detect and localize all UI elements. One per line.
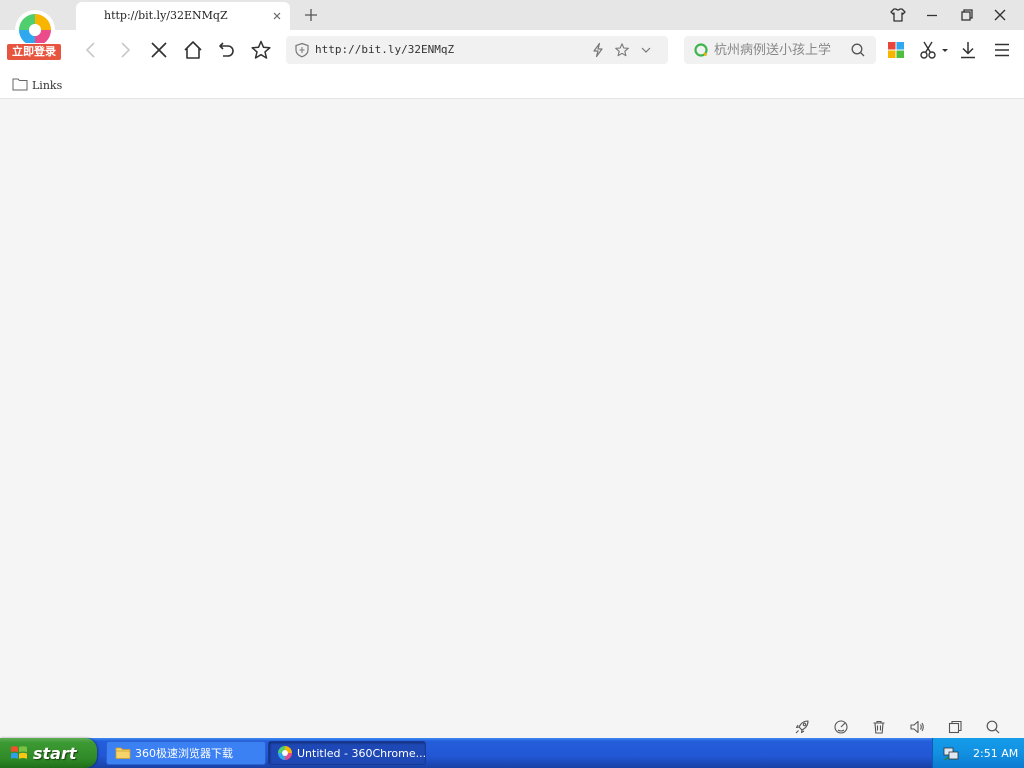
restore-icon[interactable]	[956, 5, 976, 25]
screenshot-scissors-icon[interactable]	[918, 40, 950, 60]
taskbar-item-folder[interactable]: 360极速浏览器下载	[106, 741, 266, 765]
search-input[interactable]	[714, 41, 846, 59]
login-badge[interactable]: 立即登录	[6, 43, 62, 61]
chevron-down-icon[interactable]	[638, 42, 654, 58]
undo-closed-tab-icon[interactable]	[216, 39, 238, 61]
sound-speaker-icon[interactable]	[909, 719, 925, 735]
bookmark-star-icon[interactable]	[614, 42, 630, 58]
clock[interactable]: 2:51 AM	[973, 747, 1018, 760]
taskbar-item-browser[interactable]: Untitled - 360Chrome...	[268, 741, 426, 765]
new-tab-icon[interactable]	[302, 6, 320, 24]
browser-logo[interactable]: 立即登录	[6, 5, 62, 63]
tab-active[interactable]: http://bit.ly/32ENMqZ	[76, 2, 290, 30]
bookmark-folder-links[interactable]: Links	[12, 76, 62, 94]
stop-loading-icon[interactable]	[148, 39, 170, 61]
forward-icon[interactable]	[114, 39, 136, 61]
close-window-icon[interactable]	[990, 5, 1010, 25]
taskbar: start 360极速浏览器下载 Untitled - 360Chrome...…	[0, 738, 1024, 768]
minimize-icon[interactable]	[922, 5, 942, 25]
taskbar-item-label: 360极速浏览器下载	[135, 747, 233, 760]
start-button[interactable]: start	[0, 738, 97, 768]
window-copy-icon[interactable]	[947, 719, 963, 735]
search-engine-icon[interactable]	[693, 42, 709, 58]
folder-icon	[12, 76, 28, 95]
start-label: start	[33, 743, 77, 763]
network-icon[interactable]	[943, 745, 959, 761]
windows-flag-icon	[10, 744, 28, 762]
search-icon[interactable]	[850, 42, 866, 58]
search-box[interactable]	[684, 36, 876, 64]
tab-strip: http://bit.ly/32ENMqZ	[0, 0, 1024, 30]
download-icon[interactable]	[958, 40, 978, 60]
back-icon[interactable]	[80, 39, 102, 61]
zoom-search-icon[interactable]	[985, 719, 1001, 735]
lightning-icon[interactable]	[590, 42, 606, 58]
bookmark-label: Links	[32, 78, 63, 92]
status-bar	[0, 716, 1024, 738]
page-content	[0, 100, 1024, 716]
tab-title: http://bit.ly/32ENMqZ	[104, 9, 228, 22]
taskbar-item-label: Untitled - 360Chrome...	[297, 746, 426, 760]
favorite-star-icon[interactable]	[250, 39, 272, 61]
nav-toolbar: http://bit.ly/32ENMqZ	[0, 30, 1024, 70]
address-bar[interactable]: http://bit.ly/32ENMqZ	[286, 36, 668, 64]
tab-close-icon[interactable]	[270, 8, 284, 22]
speed-boost-icon[interactable]	[833, 719, 849, 735]
360chrome-icon	[277, 745, 293, 761]
security-shield-icon[interactable]	[294, 42, 310, 58]
address-url[interactable]: http://bit.ly/32ENMqZ	[315, 43, 454, 56]
rocket-accelerate-icon[interactable]	[794, 719, 810, 735]
menu-icon[interactable]	[992, 40, 1012, 60]
home-icon[interactable]	[182, 39, 204, 61]
trash-clear-icon[interactable]	[871, 719, 887, 735]
apps-grid-icon[interactable]	[886, 40, 906, 60]
skin-shirt-icon[interactable]	[888, 5, 908, 25]
system-tray: 2:51 AM	[932, 738, 1024, 768]
bookmarks-bar: Links	[0, 70, 1024, 99]
folder-icon	[115, 745, 131, 761]
